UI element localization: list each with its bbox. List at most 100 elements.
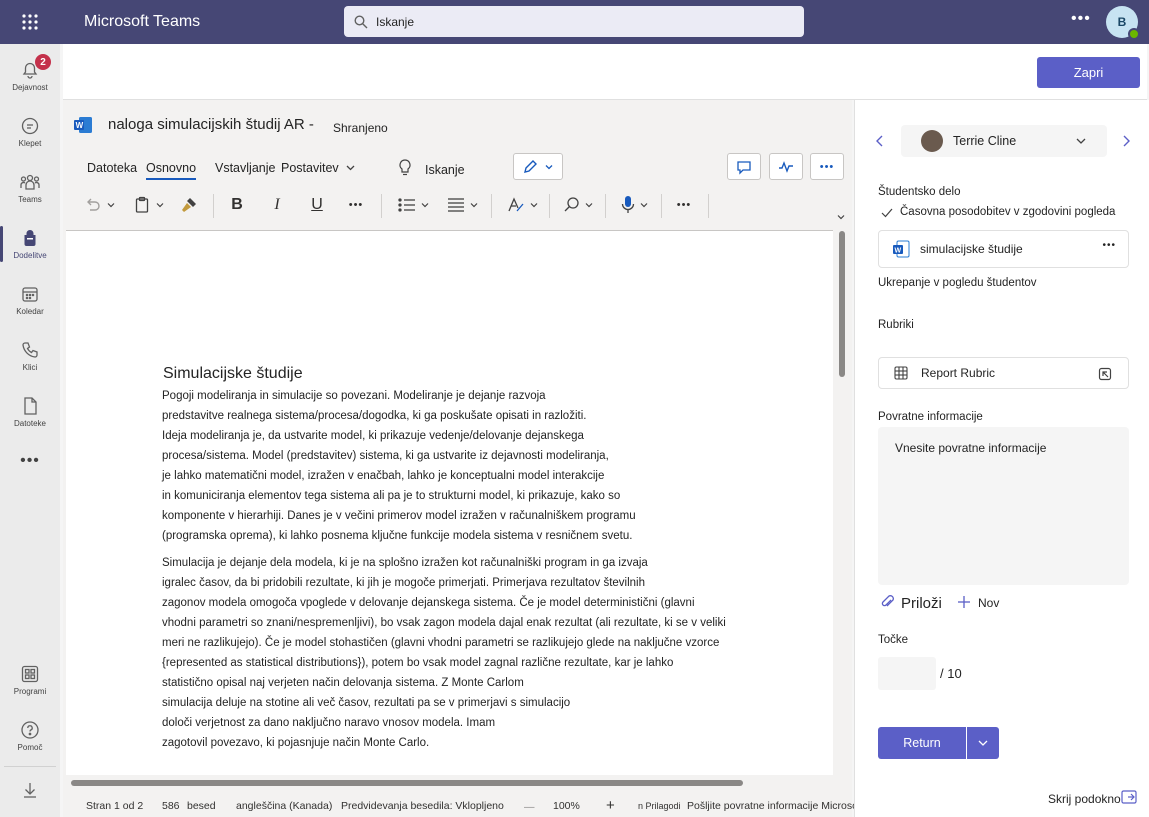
new-button[interactable]: Nov bbox=[978, 596, 999, 610]
rail-item-activity[interactable]: 2 Dejavnost bbox=[0, 50, 60, 102]
hide-pane-button[interactable]: Skrij podokno bbox=[1048, 792, 1121, 806]
chevron-down-icon bbox=[545, 164, 553, 169]
points-input[interactable] bbox=[878, 657, 936, 690]
assignment-header bbox=[63, 44, 1147, 100]
zoom-level: 100% bbox=[553, 800, 580, 812]
ribbon-separator bbox=[605, 194, 606, 218]
more-font-button[interactable]: ••• bbox=[343, 192, 369, 218]
find-button[interactable] bbox=[559, 192, 597, 218]
language-status[interactable]: angleščina (Kanada) bbox=[236, 800, 332, 812]
ribbon-separator bbox=[213, 194, 214, 218]
more-commands-button[interactable]: ••• bbox=[671, 192, 697, 218]
rail-item-teams[interactable]: Teams bbox=[0, 162, 60, 214]
horizontal-scrollbar[interactable] bbox=[71, 780, 743, 786]
rail-item-chat[interactable]: Klepet bbox=[0, 106, 60, 158]
student-name: Terrie Cline bbox=[953, 134, 1017, 148]
apps-icon bbox=[21, 665, 39, 683]
comments-button[interactable] bbox=[727, 153, 761, 180]
user-avatar[interactable]: B bbox=[1106, 6, 1140, 40]
student-selector[interactable]: Terrie Cline bbox=[901, 125, 1107, 157]
bullets-button[interactable] bbox=[393, 192, 433, 218]
fit-button[interactable]: n Prilagodi bbox=[638, 801, 681, 811]
teams-icon bbox=[20, 174, 40, 190]
tab-search[interactable]: Iskanje bbox=[425, 163, 465, 177]
chevron-down-icon bbox=[640, 203, 647, 208]
next-student-icon[interactable] bbox=[1121, 134, 1131, 148]
document-page[interactable]: Simulacijske študije Pogoji modeliranja … bbox=[66, 230, 833, 775]
align-button[interactable] bbox=[443, 192, 481, 218]
feedback-input[interactable]: Vnesite povratne informacije bbox=[878, 427, 1129, 585]
text-predictions-status[interactable]: Predvidevanja besedila: Vklopljeno bbox=[341, 800, 504, 812]
feedback-label: Povratne informacije bbox=[878, 411, 983, 423]
tab-insert[interactable]: Vstavljanje bbox=[215, 161, 275, 175]
more-options-icon[interactable]: ••• bbox=[1071, 10, 1091, 28]
document-line: vhodni parametri so znani/nespremenljivi… bbox=[162, 617, 726, 629]
close-button[interactable]: Zapri bbox=[1037, 57, 1140, 88]
search-input[interactable]: Iskanje bbox=[344, 6, 804, 37]
rail-item-help[interactable]: Pomoč bbox=[0, 710, 60, 762]
chevron-down-icon bbox=[156, 203, 164, 208]
paperclip-icon[interactable] bbox=[880, 594, 894, 610]
undo-button[interactable] bbox=[79, 192, 121, 218]
rubric-card[interactable]: Report Rubric bbox=[878, 357, 1129, 389]
tab-layout[interactable]: Postavitev bbox=[281, 161, 339, 175]
word-icon: W bbox=[74, 117, 92, 133]
status-bar: Stran 1 od 2 586 besed angleščina (Kanad… bbox=[63, 795, 870, 817]
pencil-icon bbox=[524, 159, 537, 173]
search-icon bbox=[564, 197, 579, 212]
zoom-out-icon[interactable]: — bbox=[524, 801, 535, 813]
chevron-down-icon[interactable] bbox=[836, 212, 846, 222]
return-options-button[interactable] bbox=[967, 727, 999, 759]
word-count-label: besed bbox=[187, 800, 216, 812]
document-title[interactable]: naloga simulacijskih študij AR - bbox=[108, 116, 314, 133]
document-line: Simulacija je dejanje dela modela, ki je… bbox=[162, 557, 648, 569]
attach-button[interactable]: Priloži bbox=[901, 595, 942, 612]
tab-file[interactable]: Datoteka bbox=[87, 161, 137, 175]
plus-icon[interactable] bbox=[957, 595, 971, 609]
more-apps-icon[interactable]: ••• bbox=[0, 452, 60, 470]
history-note[interactable]: Časovna posodobitev v zgodovini pogleda bbox=[900, 206, 1115, 218]
styles-button[interactable] bbox=[503, 192, 541, 218]
rail-item-files[interactable]: Datoteke bbox=[0, 386, 60, 438]
dictate-button[interactable] bbox=[615, 192, 653, 218]
app-rail: 2 Dejavnost Klepet Teams Dodelitve Koled… bbox=[0, 44, 60, 817]
grading-panel: Terrie Cline Študentsko delo Časovna pos… bbox=[854, 100, 1149, 817]
tab-home[interactable]: Osnovno bbox=[146, 161, 197, 180]
rail-item-assignments[interactable]: Dodelitve bbox=[0, 218, 60, 270]
rail-item-calls[interactable]: Klici bbox=[0, 330, 60, 382]
presence-available-icon bbox=[1128, 28, 1140, 40]
word-count-number: 586 bbox=[162, 800, 180, 812]
ribbon-separator bbox=[661, 194, 662, 218]
collapse-pane-icon[interactable] bbox=[1121, 790, 1137, 804]
rail-item-apps[interactable]: Programi bbox=[0, 654, 60, 706]
file-more-icon[interactable]: ••• bbox=[1102, 240, 1116, 251]
format-painter-button[interactable] bbox=[176, 192, 202, 218]
app-launcher-icon[interactable] bbox=[0, 0, 60, 44]
rail-item-calendar[interactable]: Koledar bbox=[0, 274, 60, 326]
vertical-scrollbar[interactable] bbox=[839, 231, 845, 377]
previous-student-icon[interactable] bbox=[875, 134, 885, 148]
svg-text:W: W bbox=[76, 121, 84, 130]
more-options-button[interactable]: ••• bbox=[810, 153, 844, 180]
italic-button[interactable]: I bbox=[265, 192, 289, 218]
chevron-down-icon[interactable] bbox=[345, 162, 356, 173]
open-rubric-icon[interactable] bbox=[1098, 367, 1112, 381]
activity-button[interactable] bbox=[769, 153, 803, 180]
chevron-down-icon bbox=[1076, 138, 1086, 144]
paste-button[interactable] bbox=[129, 192, 169, 218]
ribbon-separator bbox=[708, 194, 709, 218]
bullet-list-icon bbox=[397, 198, 415, 212]
return-button[interactable]: Return bbox=[878, 727, 966, 759]
table-icon bbox=[894, 366, 908, 380]
submitted-file-card[interactable]: W simulacijske študije ••• bbox=[878, 230, 1129, 268]
download-icon[interactable] bbox=[4, 766, 56, 812]
activity-badge: 2 bbox=[35, 54, 51, 70]
feedback-link[interactable]: Pošljite povratne informacije Microsoftu bbox=[687, 800, 870, 812]
zoom-in-icon[interactable]: + bbox=[606, 797, 615, 814]
document-line: zagonov modela omogoča vpoglede v delova… bbox=[162, 597, 695, 609]
help-icon bbox=[21, 721, 39, 739]
underline-button[interactable]: U bbox=[305, 192, 329, 218]
bold-button[interactable]: B bbox=[225, 192, 249, 218]
chevron-down-icon bbox=[530, 203, 537, 208]
editing-mode-button[interactable] bbox=[513, 153, 563, 180]
